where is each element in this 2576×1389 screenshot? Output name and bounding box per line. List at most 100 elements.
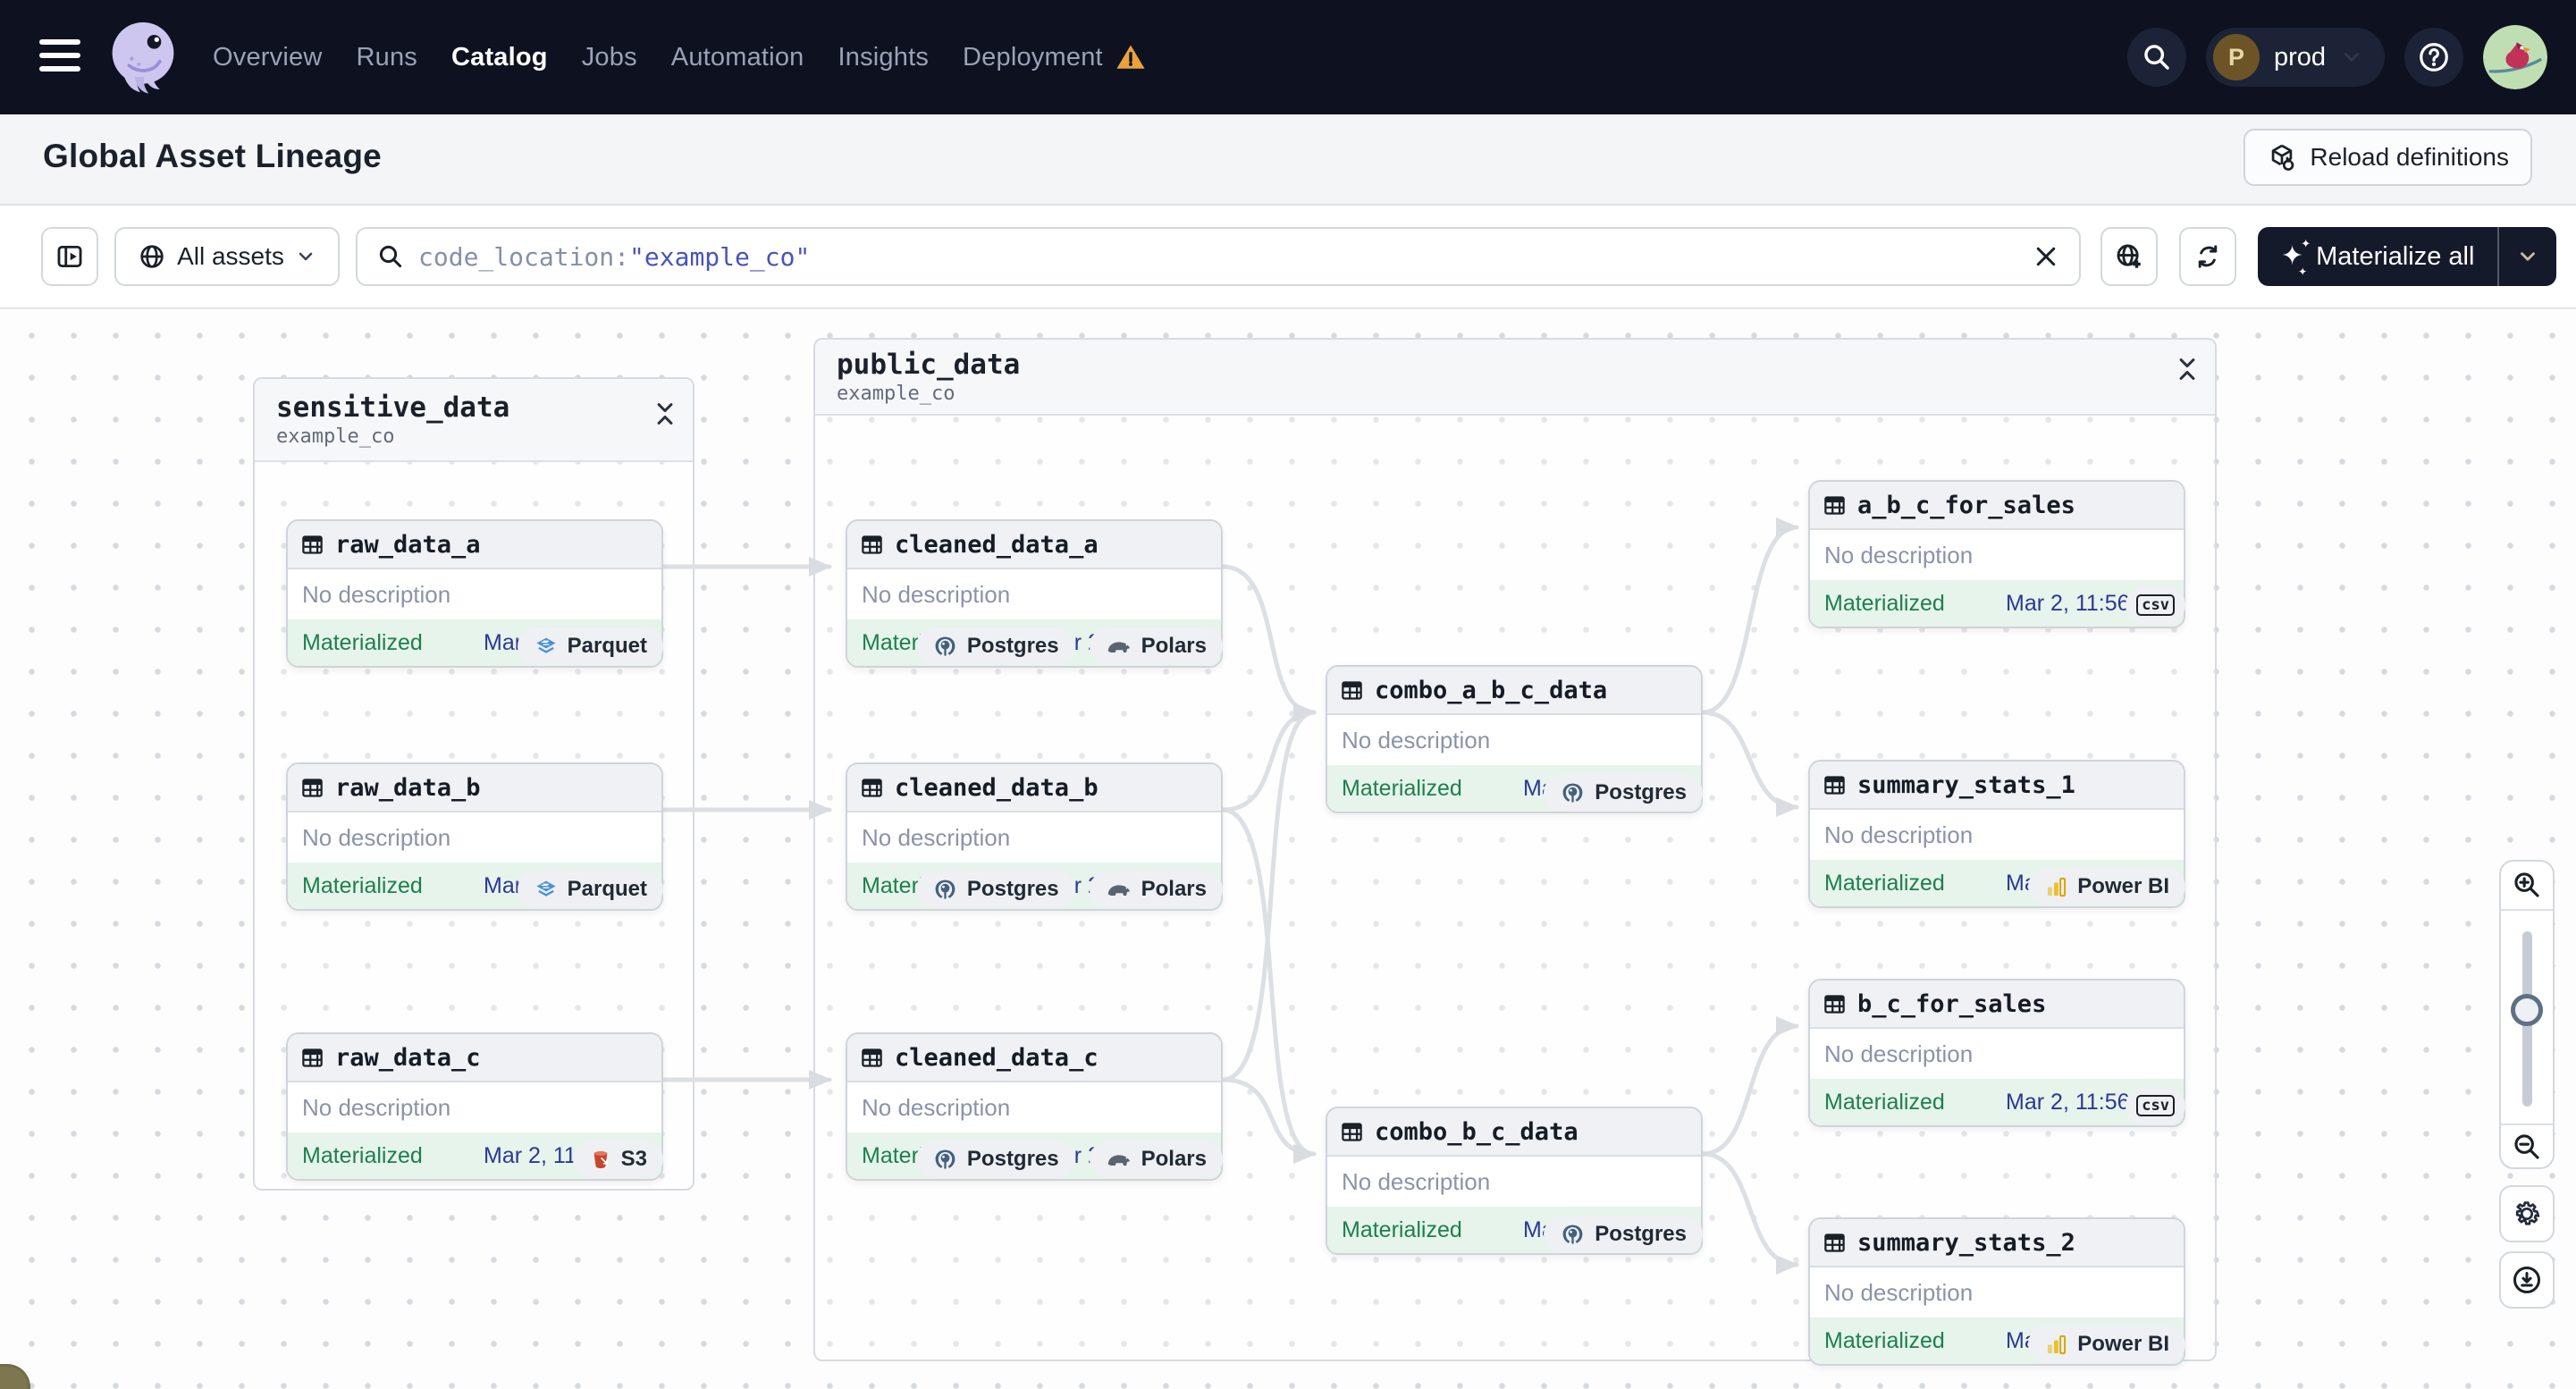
tag-csv[interactable]: csv — [2126, 1087, 2185, 1124]
nav-item-overview[interactable]: Overview — [213, 43, 322, 72]
chevron-down-icon — [2340, 46, 2363, 69]
nav-item-catalog[interactable]: Catalog — [451, 43, 548, 72]
nav-item-insights[interactable]: Insights — [838, 43, 929, 72]
postgres-icon — [932, 634, 958, 660]
lineage-canvas[interactable]: sensitive_data example_co public_data ex… — [0, 309, 2576, 1389]
graph-settings-button[interactable] — [2499, 1185, 2555, 1242]
tag-postgres[interactable]: Postgres — [1544, 774, 1703, 812]
sparkles-icon: ✦ ✦ ✦ — [2281, 237, 2311, 278]
asset-tags: Parquet — [286, 871, 663, 908]
page-header: Global Asset Lineage Reload definitions — [0, 114, 2576, 206]
environment-switcher[interactable]: P prod — [2205, 28, 2385, 87]
open-left-panel-button[interactable] — [41, 227, 98, 286]
asset-name: summary_stats_1 — [1857, 770, 2075, 799]
deployment-warning-icon — [1115, 42, 1146, 72]
polars-bear-icon — [1106, 637, 1132, 655]
asset-scope-dropdown[interactable]: All assets — [114, 227, 340, 286]
materialize-all-split-button: ✦ ✦ ✦ Materialize all — [2258, 227, 2557, 286]
nav-item-jobs[interactable]: Jobs — [582, 43, 637, 72]
download-image-button[interactable] — [2499, 1251, 2555, 1309]
parquet-icon — [534, 634, 559, 659]
globe-icon — [138, 242, 166, 271]
asset-tags: Power BI — [1808, 868, 2185, 905]
table-icon — [1340, 678, 1364, 703]
asset-tags: Postgres — [1326, 774, 1703, 812]
csv-icon: csv — [2136, 1095, 2175, 1116]
table-icon — [1823, 773, 1847, 797]
collapse-group-icon[interactable] — [2174, 356, 2201, 383]
group-name: public_data — [837, 349, 1021, 381]
collapse-group-icon[interactable] — [652, 400, 678, 427]
clear-search-button[interactable] — [2033, 243, 2059, 270]
panel-toggle-icon — [55, 241, 85, 272]
nav-menu: Overview Runs Catalog Jobs Automation In… — [213, 0, 1146, 114]
asset-search-input[interactable]: code_location:"example_co" — [356, 227, 2081, 286]
asset-description: No description — [847, 569, 1221, 619]
tag-postgres[interactable]: Postgres — [1544, 1216, 1703, 1253]
powerbi-icon — [2044, 875, 2068, 899]
asset-name: cleaned_data_c — [895, 1043, 1099, 1072]
tag-postgres[interactable]: Postgres — [915, 627, 1075, 665]
tag-s3[interactable]: S3 — [572, 1141, 663, 1178]
tag-csv[interactable]: csv — [2126, 586, 2185, 624]
nav-item-automation[interactable]: Automation — [671, 43, 804, 72]
caret-down-icon — [2516, 245, 2539, 268]
asset-name: combo_a_b_c_data — [1375, 676, 1608, 704]
tag-parquet[interactable]: Parquet — [517, 871, 663, 908]
table-icon — [300, 776, 324, 800]
environment-name: prod — [2273, 42, 2326, 72]
asset-name: b_c_for_sales — [1857, 989, 2047, 1018]
hamburger-menu-icon[interactable] — [39, 39, 80, 75]
asset-graph-settings-button[interactable] — [2100, 227, 2158, 286]
search-icon — [377, 243, 404, 270]
tag-polars[interactable]: Polars — [1089, 627, 1223, 665]
search-query: code_location:"example_co" — [418, 241, 811, 272]
reload-definitions-button[interactable]: Reload definitions — [2243, 129, 2532, 186]
refresh-button[interactable] — [2179, 227, 2236, 286]
zoom-in-button[interactable] — [2501, 862, 2553, 908]
tag-powerbi[interactable]: Power BI — [2028, 1326, 2185, 1363]
powerbi-icon — [2044, 1333, 2068, 1357]
parquet-icon — [534, 877, 559, 902]
asset-description: No description — [1327, 1157, 1701, 1207]
asset-description: No description — [847, 812, 1221, 863]
table-icon — [860, 776, 884, 800]
asset-description: No description — [1327, 715, 1701, 765]
zoom-slider-thumb[interactable] — [2511, 994, 2543, 1026]
postgres-icon — [1560, 780, 1586, 806]
chevron-down-icon — [295, 246, 316, 267]
asset-tags: Postgres Polars — [846, 627, 1223, 665]
tag-powerbi[interactable]: Power BI — [2028, 868, 2185, 905]
asset-description: No description — [847, 1082, 1221, 1132]
global-search-button[interactable] — [2126, 28, 2186, 87]
top-nav: Overview Runs Catalog Jobs Automation In… — [0, 0, 2576, 114]
user-avatar[interactable] — [2483, 25, 2547, 89]
nav-item-runs[interactable]: Runs — [356, 43, 417, 72]
tag-postgres[interactable]: Postgres — [915, 871, 1075, 908]
asset-description: No description — [288, 812, 661, 863]
nav-item-deployment[interactable]: Deployment — [963, 42, 1146, 72]
tag-postgres[interactable]: Postgres — [915, 1141, 1075, 1178]
refresh-icon — [2193, 242, 2222, 271]
table-icon — [300, 1046, 324, 1070]
asset-tags: csv — [1808, 1087, 2185, 1124]
asset-name: raw_data_c — [335, 1043, 481, 1072]
tag-polars[interactable]: Polars — [1089, 871, 1223, 908]
asset-name: cleaned_data_a — [895, 530, 1099, 559]
asset-description: No description — [1810, 1267, 2184, 1317]
dagster-logo[interactable] — [98, 13, 188, 102]
group-header-public-data[interactable]: public_data example_co — [815, 340, 2215, 416]
help-button[interactable] — [2404, 28, 2463, 87]
asset-tags: S3 — [286, 1141, 663, 1178]
asset-tags: Postgres Polars — [846, 871, 1223, 908]
group-header-sensitive-data[interactable]: sensitive_data example_co — [255, 379, 693, 462]
asset-name: summary_stats_2 — [1857, 1228, 2075, 1257]
materialize-options-caret[interactable] — [2497, 227, 2556, 286]
zoom-out-button[interactable] — [2501, 1124, 2553, 1170]
tag-polars[interactable]: Polars — [1089, 1141, 1223, 1178]
table-icon — [1823, 493, 1847, 518]
zoom-in-icon — [2512, 870, 2542, 900]
materialize-all-button[interactable]: ✦ ✦ ✦ Materialize all — [2258, 227, 2497, 286]
tag-parquet[interactable]: Parquet — [517, 627, 663, 665]
asset-tags: Power BI — [1808, 1326, 2185, 1363]
